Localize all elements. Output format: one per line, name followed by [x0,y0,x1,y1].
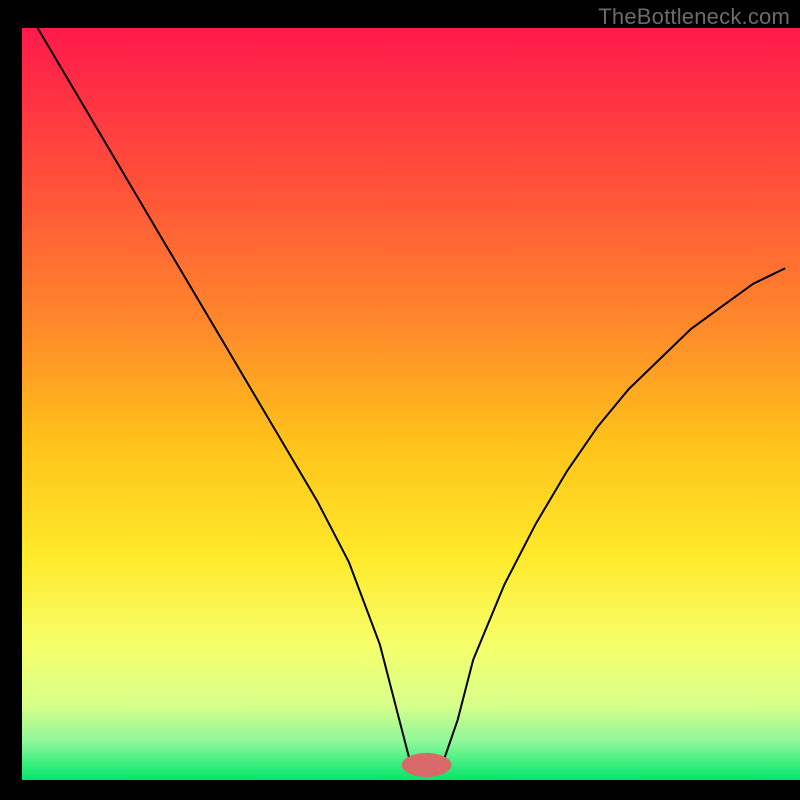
watermark-text: TheBottleneck.com [598,4,790,30]
bottleneck-chart: TheBottleneck.com [0,0,800,800]
bottleneck-marker [402,753,452,777]
chart-plot-area [22,28,800,780]
chart-svg [0,0,800,800]
